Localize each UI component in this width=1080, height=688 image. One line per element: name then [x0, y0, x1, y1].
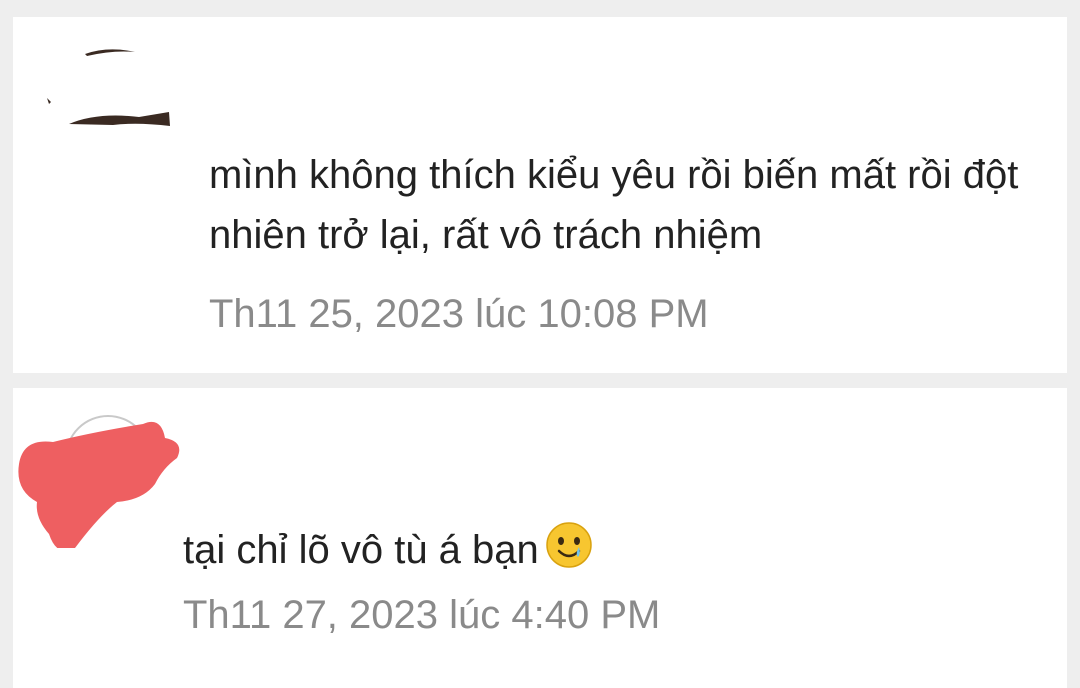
comment-text-content: tại chỉ lõ vô tù á bạn — [183, 528, 539, 572]
comment-timestamp: Th11 27, 2023 lúc 4:40 PM — [183, 593, 661, 637]
red-redaction-icon — [18, 415, 180, 551]
redaction-strokes-icon — [47, 49, 170, 203]
comment-text: mình không thích kiểu yêu rồi biến mất r… — [209, 153, 1019, 257]
comment-card: mình không thích kiểu yêu rồi biến mất r… — [13, 17, 1067, 373]
comment-text: tại chỉ lõ vô tù á bạn — [183, 520, 1023, 580]
smiling-face-with-tear-icon — [546, 522, 592, 568]
avatar-redacted[interactable] — [43, 42, 183, 203]
avatar-redacted[interactable] — [13, 398, 193, 551]
comment-timestamp: Th11 25, 2023 lúc 10:08 PM — [209, 292, 709, 336]
comment-card: tại chỉ lõ vô tù á bạn Th11 27, 2023 lúc… — [13, 388, 1067, 688]
